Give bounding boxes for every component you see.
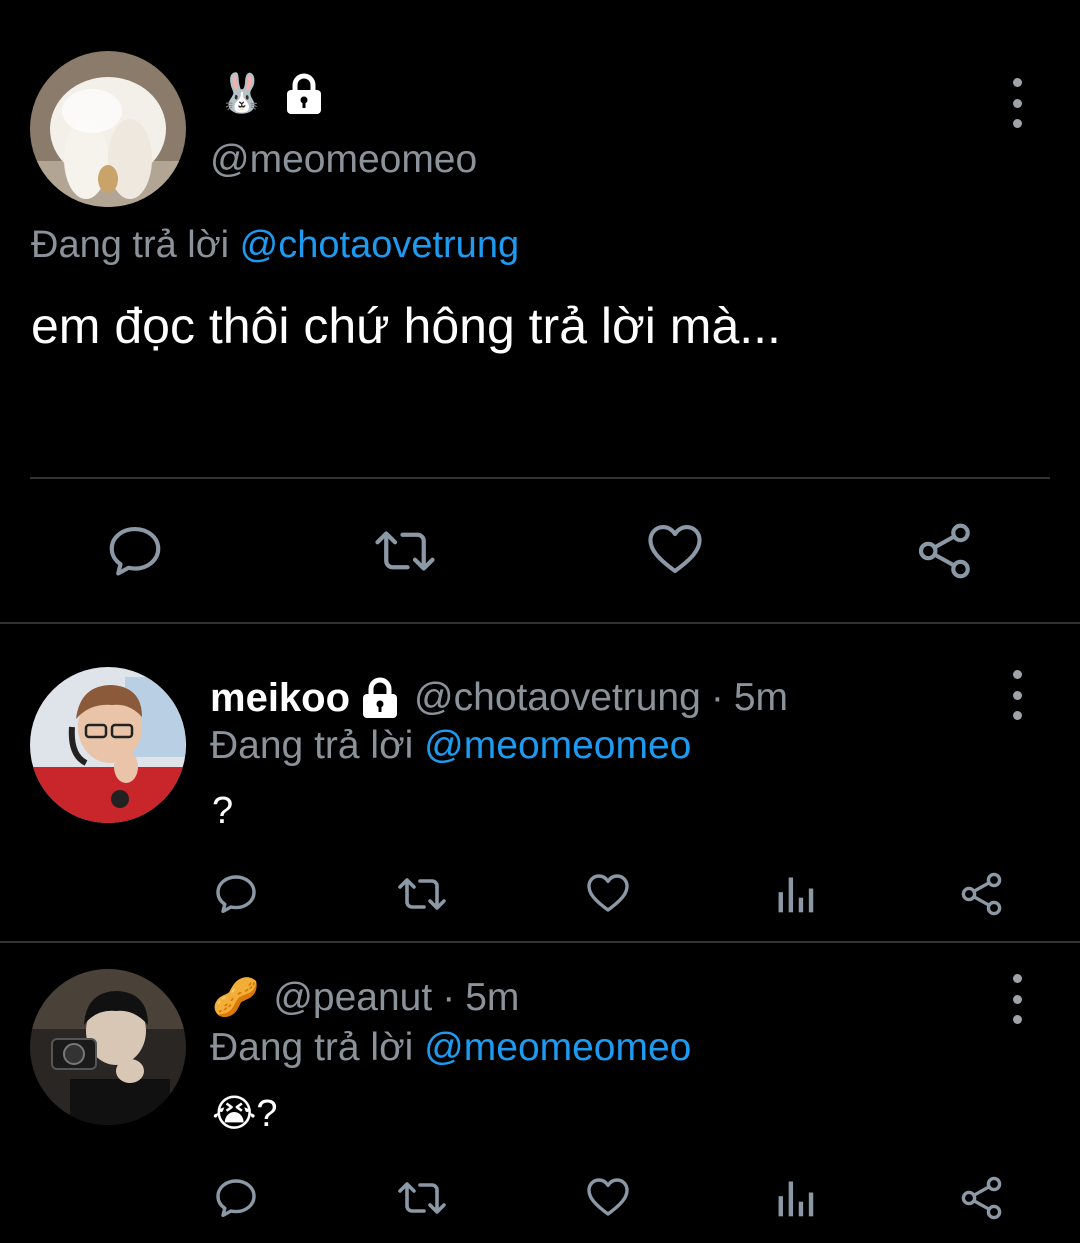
like-button-reply-1[interactable] — [584, 869, 632, 917]
reply-button-main[interactable] — [104, 520, 166, 582]
reply-2-handle[interactable]: @peanut — [273, 976, 432, 1020]
analytics-icon — [778, 877, 814, 913]
analytics-button-reply-2[interactable] — [774, 1176, 818, 1220]
dot-icon — [1012, 98, 1022, 108]
retweet-icon — [398, 878, 446, 910]
avatar-reply-2[interactable] — [30, 969, 186, 1125]
reply-1-text: ? — [212, 790, 234, 832]
share-icon — [918, 523, 970, 579]
crying-face-emoji: 😭 — [212, 1093, 257, 1135]
bunny-avatar-image — [30, 51, 186, 207]
separator-dot: · — [710, 676, 724, 719]
replying-prefix: Đang trả lời — [210, 1026, 414, 1069]
reply-icon — [109, 526, 161, 576]
main-display-name: 🐰 — [218, 68, 325, 120]
more-options-button-reply-1[interactable] — [997, 670, 1037, 720]
reply-1-header: meikoo @chotaovetrung · 5m — [210, 672, 788, 724]
dot-icon — [1012, 119, 1022, 128]
avatar-main[interactable] — [30, 51, 186, 207]
main-replying-line: Đang trả lời @chotaovetrung — [31, 222, 519, 268]
reply-1-replying-line: Đang trả lời @meomeomeo — [210, 722, 691, 770]
peanut-emoji[interactable]: 🥜 — [212, 979, 259, 1017]
reply-2-replying-line: Đang trả lời @meomeomeo — [210, 1024, 691, 1072]
replying-to-link[interactable]: @meomeomeo — [424, 1026, 691, 1069]
dot-icon — [1012, 690, 1022, 700]
analytics-button-reply-1[interactable] — [774, 872, 818, 916]
dot-icon — [1012, 974, 1022, 983]
like-button-main[interactable] — [644, 518, 706, 580]
main-tweet-inner-divider — [30, 477, 1050, 479]
share-icon — [961, 872, 1002, 916]
like-button-reply-2[interactable] — [584, 1173, 632, 1221]
share-button-main[interactable] — [914, 520, 976, 582]
reply-2-timestamp[interactable]: 5m — [465, 976, 519, 1020]
person-avatar-image — [30, 969, 186, 1125]
rabbit-emoji: 🐰 — [218, 73, 266, 115]
replying-to-link[interactable]: @chotaovetrung — [240, 224, 519, 266]
dot-icon — [1012, 711, 1022, 720]
reply-button-reply-1[interactable] — [212, 870, 260, 918]
dot-icon — [1012, 78, 1022, 87]
replying-to-link[interactable]: @meomeomeo — [424, 724, 691, 767]
main-tweet-text: em đọc thôi chứ hông trả lời mà... — [31, 298, 781, 354]
replying-prefix: Đang trả lời — [210, 724, 414, 767]
lock-icon — [363, 677, 398, 718]
reply-button-reply-2[interactable] — [212, 1174, 260, 1222]
retweet-button-main[interactable] — [370, 520, 440, 582]
lock-icon — [287, 73, 322, 114]
separator-dot: · — [442, 976, 456, 1019]
person-avatar-image — [30, 667, 186, 823]
share-button-reply-2[interactable] — [958, 1174, 1006, 1222]
dot-icon — [1012, 670, 1022, 679]
reply-1-handle[interactable]: @chotaovetrung — [414, 676, 701, 720]
reply-2-body: ? — [256, 1093, 278, 1135]
avatar-reply-1[interactable] — [30, 667, 186, 823]
dot-icon — [1012, 994, 1022, 1004]
heart-icon — [587, 1178, 629, 1216]
reply-icon — [216, 875, 256, 914]
reply-2-header: 🥜 @peanut · 5m — [212, 972, 519, 1024]
main-handle[interactable]: @meomeomeo — [210, 136, 477, 184]
retweet-icon — [398, 1182, 446, 1214]
reply-1-display-name[interactable]: meikoo — [210, 676, 350, 721]
tweet-divider — [0, 622, 1080, 624]
more-options-button-main[interactable] — [997, 78, 1037, 128]
share-button-reply-1[interactable] — [958, 870, 1006, 918]
reply-icon — [216, 1179, 256, 1218]
retweet-button-reply-2[interactable] — [394, 1174, 450, 1222]
analytics-icon — [778, 1181, 814, 1217]
reply-1-timestamp[interactable]: 5m — [734, 676, 788, 720]
retweet-button-reply-1[interactable] — [394, 870, 450, 918]
heart-icon — [587, 874, 629, 912]
dot-icon — [1012, 1015, 1022, 1024]
retweet-icon — [375, 531, 435, 571]
share-icon — [961, 1176, 1002, 1220]
reply-2-text: 😭? — [212, 1090, 278, 1138]
more-options-button-reply-2[interactable] — [997, 974, 1037, 1024]
tweet-divider — [0, 941, 1080, 943]
replying-prefix: Đang trả lời — [31, 224, 230, 266]
heart-icon — [648, 524, 702, 574]
